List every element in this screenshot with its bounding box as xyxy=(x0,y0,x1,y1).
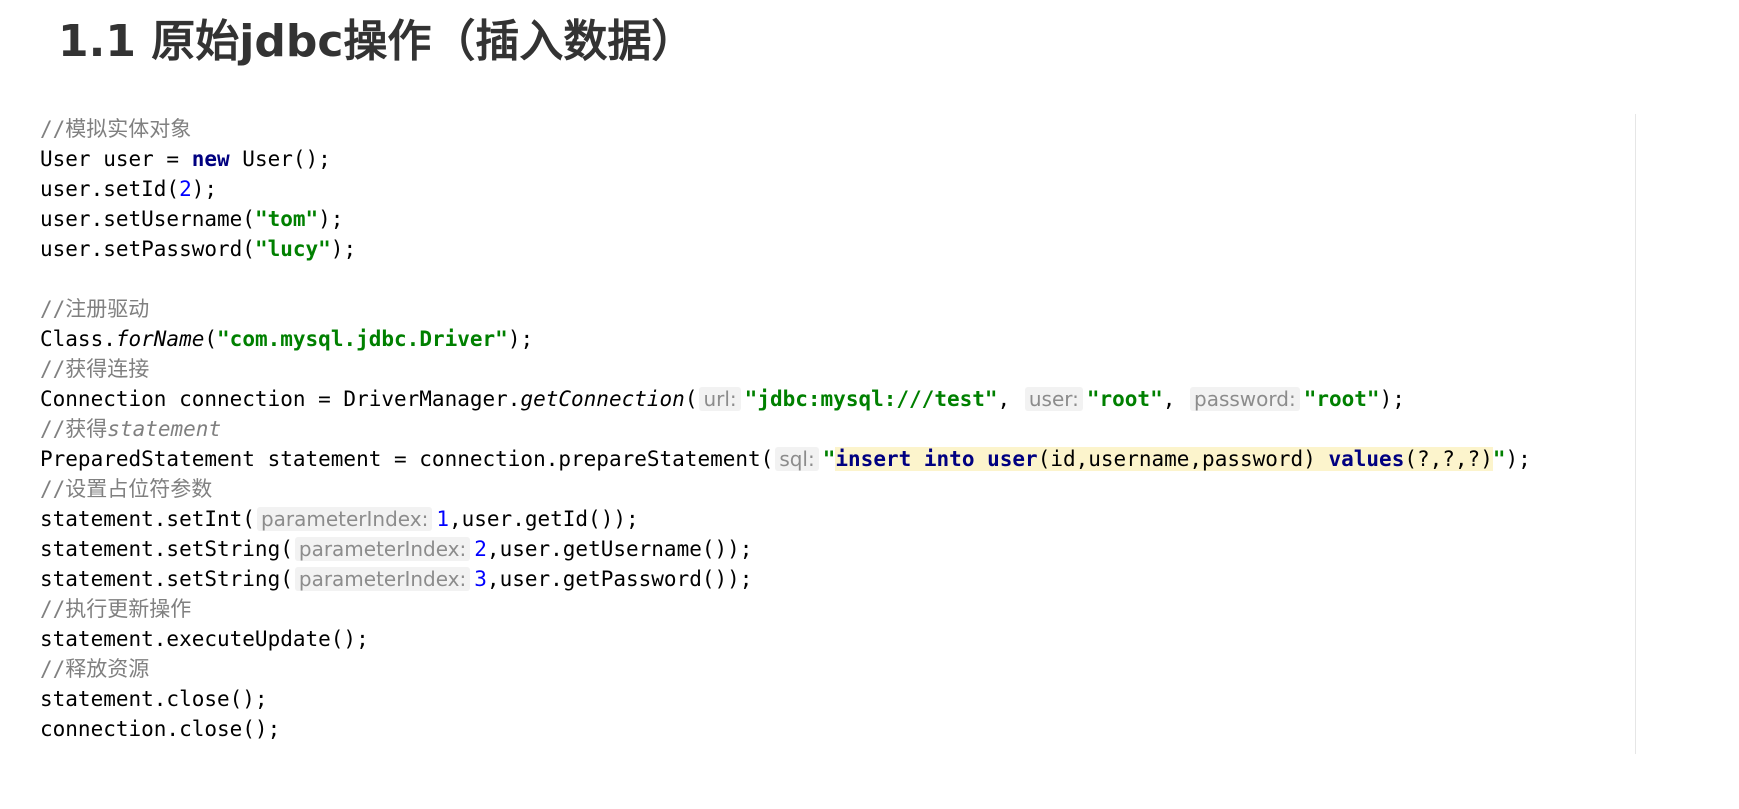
code-text: User user = xyxy=(40,147,192,171)
code-line: user.setId(2); xyxy=(40,174,1635,204)
code-text: statement.setString( xyxy=(40,537,293,561)
code-block: //模拟实体对象 User user = new User(); user.se… xyxy=(40,114,1636,754)
parameter-hint: password: xyxy=(1190,387,1300,411)
parameter-hint: parameterIndex: xyxy=(256,507,433,531)
section-heading: 1.1 原始jdbc操作（插入数据） xyxy=(58,16,696,67)
code-line: connection.close(); xyxy=(40,714,1635,744)
code-text: , xyxy=(997,387,1023,411)
code-line-comment: //设置占位符参数 xyxy=(40,474,1635,504)
comment: //模拟实体对象 xyxy=(40,117,192,141)
code-line: statement.setString(parameterIndex: 3,use… xyxy=(40,564,1635,594)
sql-keyword: values xyxy=(1328,447,1405,471)
parameter-hint: parameterIndex: xyxy=(294,567,471,591)
code-line: statement.close(); xyxy=(40,684,1635,714)
code-line: Connection connection = DriverManager.ge… xyxy=(40,384,1635,414)
code-text: ); xyxy=(330,237,357,261)
keyword: new xyxy=(191,147,230,171)
string-literal: "jdbc:mysql:///test" xyxy=(744,387,998,411)
code-text: ); xyxy=(1505,447,1531,471)
code-text: user.setUsername( xyxy=(40,207,255,231)
string-literal: "root" xyxy=(1086,387,1163,411)
string-literal: "tom" xyxy=(254,207,319,231)
static-method: forName xyxy=(115,327,205,351)
code-text: Class. xyxy=(40,327,116,351)
parameter-hint: user: xyxy=(1024,387,1083,411)
code-text: statement.executeUpdate(); xyxy=(40,627,369,651)
number-literal: 3 xyxy=(474,567,487,591)
code-line: Class.forName("com.mysql.jdbc.Driver"); xyxy=(40,324,1635,354)
sql-text: (?,?,?) xyxy=(1404,447,1493,471)
parameter-hint: sql: xyxy=(775,447,819,471)
comment: //注册驱动 xyxy=(40,297,150,321)
code-line-comment: //获得连接 xyxy=(40,354,1635,384)
comment: //设置占位符参数 xyxy=(40,477,213,501)
code-line: statement.executeUpdate(); xyxy=(40,624,1635,654)
comment: //释放资源 xyxy=(40,657,150,681)
code-text: ,user.getId()); xyxy=(448,507,639,531)
code-line-comment: //释放资源 xyxy=(40,654,1635,684)
sql-injection: insert into user(id,username,password) v… xyxy=(835,447,1493,471)
code-text: user.setPassword( xyxy=(40,237,255,261)
string-literal: "lucy" xyxy=(254,237,331,261)
string-literal: "root" xyxy=(1303,387,1380,411)
code-text: ( xyxy=(204,327,218,351)
string-literal: "com.mysql.jdbc.Driver" xyxy=(217,327,508,351)
comment: //获得 xyxy=(40,417,108,441)
sql-text: (id,username,password) xyxy=(1037,447,1329,471)
static-method: getConnection xyxy=(520,387,685,411)
code-text: ,user.getPassword()); xyxy=(486,567,753,591)
code-line-comment: //模拟实体对象 xyxy=(40,114,1635,144)
sql-keyword: insert into user xyxy=(835,447,1038,471)
code-line: user.setUsername("tom"); xyxy=(40,204,1635,234)
comment: statement xyxy=(107,417,222,441)
code-line-comment: //注册驱动 xyxy=(40,294,1635,324)
code-text: User(); xyxy=(229,147,331,171)
code-line: statement.setInt(parameterIndex: 1,user.g… xyxy=(40,504,1635,534)
code-line-comment: //获得statement xyxy=(40,414,1635,444)
comment: //执行更新操作 xyxy=(40,597,192,621)
number-literal: 2 xyxy=(474,537,487,561)
code-text: ); xyxy=(318,207,344,231)
code-text: ,user.getUsername()); xyxy=(486,537,753,561)
code-text: , xyxy=(1162,387,1189,411)
code-text: ); xyxy=(1379,387,1405,411)
code-text: Connection connection = DriverManager. xyxy=(40,387,521,411)
code-text: user.setId( xyxy=(40,177,180,201)
code-text: connection.close(); xyxy=(40,717,281,741)
code-line: PreparedStatement statement = connection… xyxy=(40,444,1635,474)
parameter-hint: url: xyxy=(699,387,741,411)
code-text: ( xyxy=(684,387,698,411)
code-text: ); xyxy=(507,327,534,351)
code-line: statement.setString(parameterIndex: 2,use… xyxy=(40,534,1635,564)
code-line: User user = new User(); xyxy=(40,144,1635,174)
parameter-hint: parameterIndex: xyxy=(294,537,471,561)
number-literal: 2 xyxy=(179,177,192,201)
code-text: statement.setString( xyxy=(40,567,293,591)
string-quote: " xyxy=(1492,447,1506,471)
code-line: user.setPassword("lucy"); xyxy=(40,234,1635,264)
code-text: statement.setInt( xyxy=(40,507,255,531)
number-literal: 1 xyxy=(436,507,449,531)
comment: //获得连接 xyxy=(40,357,150,381)
code-text: statement.close(); xyxy=(40,687,268,711)
code-text: ); xyxy=(191,177,218,201)
string-quote: " xyxy=(822,447,836,471)
code-text: PreparedStatement statement = connection… xyxy=(40,447,774,471)
code-line-comment: //执行更新操作 xyxy=(40,594,1635,624)
